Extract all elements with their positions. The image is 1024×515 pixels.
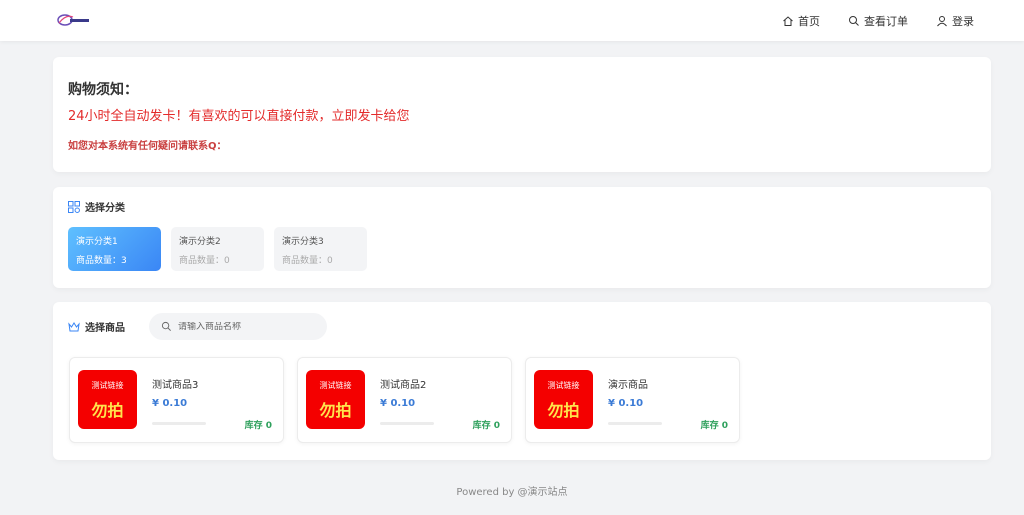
user-icon <box>937 15 947 26</box>
product-thumbnail: 测试链接 勿拍 <box>78 370 137 429</box>
stock-bar <box>380 422 434 425</box>
top-bar: 首页 查看订单 登录 <box>0 0 1024 41</box>
product-item[interactable]: 测试链接 勿拍 演示商品 ¥ 0.10 库存 0 <box>525 357 740 443</box>
shopping-notice-card: 购物须知： 24小时全自动发卡！有喜欢的可以直接付款，立即发卡给您 如您对本系统… <box>53 57 991 172</box>
nav-login[interactable]: 登录 <box>936 13 974 29</box>
search-icon <box>161 321 171 331</box>
thumbnail-caption: 测试链接 <box>547 381 580 390</box>
thumbnail-caption: 测试链接 <box>319 381 352 390</box>
product-search-input[interactable] <box>178 321 308 332</box>
category-item-3[interactable]: 演示分类3 商品数量：0 <box>274 227 367 271</box>
product-price: ¥ 0.10 <box>608 398 644 409</box>
product-stock: 库存 0 <box>244 421 272 431</box>
product-item[interactable]: 测试链接 勿拍 测试商品3 ¥ 0.10 库存 0 <box>69 357 284 443</box>
product-stock: 库存 0 <box>700 421 728 431</box>
stock-bar <box>152 422 206 425</box>
category-card: 选择分类 演示分类1 商品数量：3 演示分类2 商品数量：0 演示分类3 商品数… <box>53 187 991 288</box>
product-card: 选择商品 测试链接 勿拍 测试商品3 ¥ 0.10 库存 0 测试链接 勿拍 测… <box>53 302 991 460</box>
category-list: 演示分类1 商品数量：3 演示分类2 商品数量：0 演示分类3 商品数量：0 <box>68 227 367 271</box>
category-name: 演示分类2 <box>179 237 221 247</box>
product-thumbnail: 测试链接 勿拍 <box>534 370 593 429</box>
product-name: 演示商品 <box>608 380 648 391</box>
search-icon <box>849 15 859 26</box>
product-heading-label: 选择商品 <box>85 323 125 334</box>
stock-bar <box>608 422 662 425</box>
footer-powered-by: Powered by @演示站点 <box>456 487 568 498</box>
product-name: 测试商品2 <box>380 380 427 391</box>
grid-icon <box>68 200 80 213</box>
category-count: 商品数量：0 <box>179 256 230 266</box>
category-count: 商品数量：3 <box>76 256 127 266</box>
home-icon <box>783 15 793 26</box>
thumbnail-title: 勿拍 <box>319 401 352 420</box>
product-search[interactable] <box>149 313 327 340</box>
nav-orders[interactable]: 查看订单 <box>848 13 908 29</box>
thumbnail-caption: 测试链接 <box>91 381 124 390</box>
site-logo[interactable] <box>56 11 90 27</box>
product-list: 测试链接 勿拍 测试商品3 ¥ 0.10 库存 0 测试链接 勿拍 测试商品2 … <box>69 357 740 443</box>
category-count: 商品数量：0 <box>282 256 333 266</box>
category-name: 演示分类1 <box>76 237 118 247</box>
notice-title: 购物须知： <box>68 82 138 98</box>
product-stock: 库存 0 <box>472 421 500 431</box>
product-item[interactable]: 测试链接 勿拍 测试商品2 ¥ 0.10 库存 0 <box>297 357 512 443</box>
nav-home[interactable]: 首页 <box>782 13 820 29</box>
nav-login-label: 登录 <box>952 14 974 28</box>
nav-orders-label: 查看订单 <box>864 14 908 28</box>
crown-icon <box>68 321 80 331</box>
thumbnail-title: 勿拍 <box>91 401 124 420</box>
nav-home-label: 首页 <box>798 14 820 28</box>
thumbnail-title: 勿拍 <box>547 401 580 420</box>
category-item-1[interactable]: 演示分类1 商品数量：3 <box>68 227 161 271</box>
product-heading: 选择商品 <box>68 319 125 334</box>
product-price: ¥ 0.10 <box>152 398 188 409</box>
category-name: 演示分类3 <box>282 237 324 247</box>
notice-message: 24小时全自动发卡！有喜欢的可以直接付款，立即发卡给您 <box>68 109 410 124</box>
main-nav: 首页 查看订单 登录 <box>782 0 974 41</box>
product-price: ¥ 0.10 <box>380 398 416 409</box>
product-name: 测试商品3 <box>152 380 199 391</box>
category-heading-label: 选择分类 <box>85 203 125 214</box>
notice-contact: 如您对本系统有任何疑问请联系Q： <box>68 141 227 152</box>
category-item-2[interactable]: 演示分类2 商品数量：0 <box>171 227 264 271</box>
category-heading: 选择分类 <box>68 199 125 214</box>
product-thumbnail: 测试链接 勿拍 <box>306 370 365 429</box>
